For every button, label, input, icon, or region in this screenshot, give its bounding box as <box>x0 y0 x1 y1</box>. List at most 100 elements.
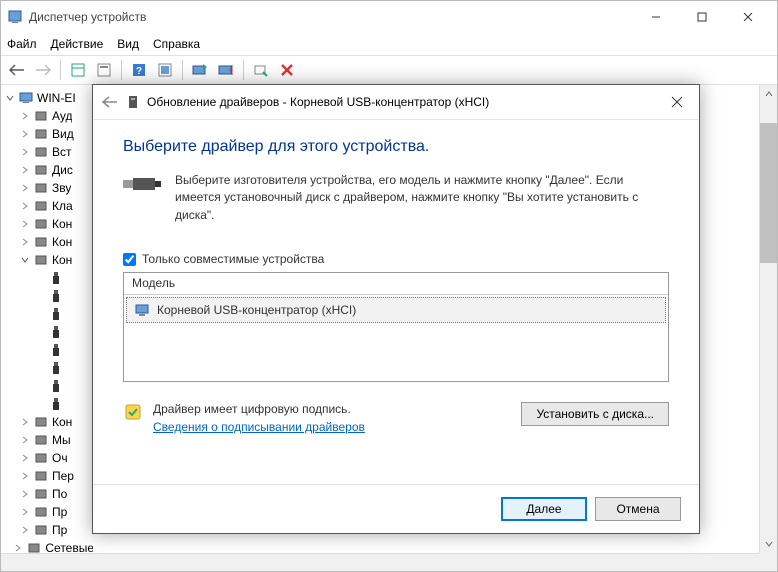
device-category-icon <box>33 450 49 466</box>
device-category-icon <box>33 432 49 448</box>
tree-row[interactable] <box>5 323 93 341</box>
chevron-right-icon[interactable] <box>20 489 30 499</box>
chevron-right-icon[interactable] <box>20 183 30 193</box>
chevron-right-icon[interactable] <box>20 471 30 481</box>
chevron-right-icon[interactable] <box>20 417 30 427</box>
dialog-back-button[interactable] <box>95 95 125 109</box>
chevron-right-icon[interactable] <box>20 453 30 463</box>
menu-action[interactable]: Действие <box>51 37 104 51</box>
dialog-title-icon <box>125 95 141 109</box>
chevron-right-icon[interactable] <box>20 165 30 175</box>
tree-label: Кон <box>52 253 72 267</box>
minimize-button[interactable] <box>633 2 679 32</box>
chevron-right-icon[interactable] <box>20 525 30 535</box>
next-button[interactable]: Далее <box>501 497 587 521</box>
device-category-icon <box>48 396 64 412</box>
device-tree[interactable]: WIN-EIАудВидВстДисЗвуКлаКонКонКонКонМыОч… <box>1 85 93 571</box>
device-category-icon <box>33 486 49 502</box>
no-expander-icon <box>35 381 45 391</box>
device-category-icon <box>18 90 34 106</box>
nav-back-button[interactable] <box>5 58 29 82</box>
tree-row[interactable]: По <box>5 485 93 503</box>
chevron-right-icon[interactable] <box>20 507 30 517</box>
titlebar: Диспетчер устройств <box>1 1 777 33</box>
compatible-only-checkbox[interactable]: Только совместимые устройства <box>123 252 669 266</box>
model-list-header[interactable]: Модель <box>124 273 668 295</box>
menubar: Файл Действие Вид Справка <box>1 33 777 55</box>
tree-row[interactable]: Пер <box>5 467 93 485</box>
toolbar: ? <box>1 55 777 85</box>
device-category-icon <box>33 414 49 430</box>
tree-row[interactable]: Кла <box>5 197 93 215</box>
tree-row[interactable]: Ауд <box>5 107 93 125</box>
tree-row[interactable]: Вид <box>5 125 93 143</box>
chevron-right-icon[interactable] <box>20 111 30 121</box>
tree-row[interactable]: Дис <box>5 161 93 179</box>
update-driver-button[interactable] <box>188 58 212 82</box>
menu-file[interactable]: Файл <box>7 37 37 51</box>
device-category-icon <box>33 180 49 196</box>
show-hidden-button[interactable] <box>66 58 90 82</box>
disable-button[interactable] <box>214 58 238 82</box>
scroll-thumb[interactable] <box>760 123 777 263</box>
cancel-button[interactable]: Отмена <box>595 497 681 521</box>
tree-row[interactable]: Кон <box>5 233 93 251</box>
dialog-close-button[interactable] <box>657 96 697 108</box>
menu-help[interactable]: Справка <box>153 37 200 51</box>
device-category-icon <box>33 144 49 160</box>
close-button[interactable] <box>725 2 771 32</box>
chevron-right-icon[interactable] <box>20 435 30 445</box>
nav-forward-button[interactable] <box>31 58 55 82</box>
device-category-icon <box>48 378 64 394</box>
tree-label: Кон <box>52 235 72 249</box>
tree-row[interactable]: Кон <box>5 215 93 233</box>
model-list-item[interactable]: Корневой USB-концентратор (xHCI) <box>126 297 666 323</box>
tree-row[interactable] <box>5 305 93 323</box>
device-category-icon <box>48 360 64 376</box>
tree-row[interactable]: Вст <box>5 143 93 161</box>
chevron-down-icon[interactable] <box>5 93 15 103</box>
tree-row[interactable] <box>5 287 93 305</box>
menu-view[interactable]: Вид <box>117 37 139 51</box>
tree-row[interactable]: WIN-EI <box>5 89 93 107</box>
device-category-icon <box>33 252 49 268</box>
tree-row[interactable] <box>5 341 93 359</box>
tree-row[interactable]: Кон <box>5 413 93 431</box>
chevron-right-icon[interactable] <box>20 237 30 247</box>
tree-row[interactable] <box>5 395 93 413</box>
tree-row[interactable] <box>5 269 93 287</box>
compatible-checkbox-label: Только совместимые устройства <box>142 252 324 266</box>
tree-row[interactable] <box>5 377 93 395</box>
device-category-icon <box>33 126 49 142</box>
dialog-titlebar: Обновление драйверов - Корневой USB-конц… <box>93 85 699 119</box>
properties-button[interactable] <box>92 58 116 82</box>
chevron-right-icon[interactable] <box>13 543 23 553</box>
chevron-right-icon[interactable] <box>20 201 30 211</box>
tree-row[interactable]: Мы <box>5 431 93 449</box>
tree-row[interactable]: Зву <box>5 179 93 197</box>
horizontal-scrollbar[interactable] <box>1 553 759 571</box>
chevron-right-icon[interactable] <box>20 147 30 157</box>
chevron-right-icon[interactable] <box>20 219 30 229</box>
tree-row[interactable]: Кон <box>5 251 93 269</box>
chevron-down-icon[interactable] <box>20 255 30 265</box>
model-list[interactable]: Модель Корневой USB-концентратор (xHCI) <box>123 272 669 382</box>
signing-info-link[interactable]: Сведения о подписывании драйверов <box>153 420 365 434</box>
tree-row[interactable]: Оч <box>5 449 93 467</box>
maximize-button[interactable] <box>679 2 725 32</box>
compatible-checkbox-input[interactable] <box>123 253 136 266</box>
dialog-body: Выберите драйвер для этого устройства. В… <box>93 120 699 484</box>
device-category-icon <box>48 306 64 322</box>
vertical-scrollbar[interactable] <box>759 85 777 553</box>
device-category-icon <box>33 162 49 178</box>
install-from-disk-button[interactable]: Установить с диска... <box>521 402 669 426</box>
scan-button[interactable] <box>153 58 177 82</box>
model-list-item-label: Корневой USB-концентратор (xHCI) <box>157 303 356 317</box>
tree-row[interactable] <box>5 359 93 377</box>
tree-row[interactable]: Пр <box>5 503 93 521</box>
tree-row[interactable]: Пр <box>5 521 93 539</box>
chevron-right-icon[interactable] <box>20 129 30 139</box>
uninstall-button[interactable] <box>249 58 273 82</box>
delete-button[interactable] <box>275 58 299 82</box>
help-button[interactable]: ? <box>127 58 151 82</box>
